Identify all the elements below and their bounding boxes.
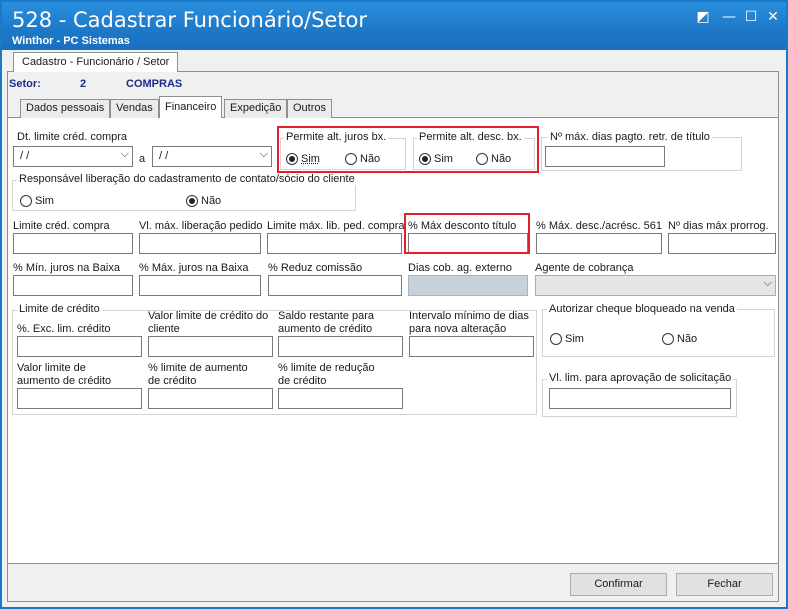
min-juros-baixa-input[interactable]: [13, 275, 133, 296]
setor-label: Setor:: [9, 78, 41, 90]
limite-cred-compra-input[interactable]: [13, 233, 133, 254]
saldo-restante-input[interactable]: [278, 336, 403, 357]
dt-limite-to-value: / /: [159, 150, 169, 162]
tab-dados-pessoais[interactable]: Dados pessoais: [20, 99, 111, 118]
confirmar-button-label: Confirmar: [594, 578, 643, 590]
valor-limite-credito-label: Valor limite de crédito do cliente: [148, 310, 269, 335]
vl-lim-label: Vl. lim. para aprovação de solicitação: [547, 372, 734, 384]
chevron-down-icon: ⌵: [763, 277, 772, 289]
valor-limite-aumento-label: Valor limite de aumento de crédito: [17, 362, 112, 387]
setor-number: 2: [80, 78, 87, 90]
intervalo-minimo-label: Intervalo mínimo de dias para nova alter…: [409, 310, 529, 335]
valor-limite-aumento-input[interactable]: [17, 388, 142, 409]
dias-max-prorrog-label: Nº dias máx prorrog.: [668, 220, 769, 232]
highlight-box-permite: [277, 126, 539, 173]
max-juros-baixa-label: % Máx. juros na Baixa: [139, 262, 249, 274]
tab-financeiro[interactable]: Financeiro: [159, 96, 223, 118]
max-juros-baixa-input[interactable]: [139, 275, 261, 296]
dt-limite-label: Dt. limite créd. compra: [17, 131, 128, 143]
dias-cob-label: Dias cob. ag. externo: [408, 262, 512, 274]
max-dias-label: Nº máx. dias pagto. retr. de título: [548, 131, 712, 143]
limite-max-lib-input[interactable]: [267, 233, 402, 254]
max-dias-input[interactable]: [545, 146, 665, 167]
exc-lim-credito-input[interactable]: [17, 336, 142, 357]
responsavel-sim-label[interactable]: Sim: [35, 195, 54, 207]
exc-lim-credito-label: %. Exc. lim. crédito: [17, 323, 111, 335]
highlight-box-desconto: [404, 213, 530, 254]
tab-expedicao[interactable]: Expedição: [224, 99, 288, 118]
cheque-nao-radio[interactable]: [662, 333, 674, 345]
dias-cob-input: [408, 275, 528, 296]
cheque-label: Autorizar cheque bloqueado na venda: [547, 303, 737, 315]
dias-max-prorrog-input[interactable]: [668, 233, 776, 254]
vl-max-liberacao-input[interactable]: [139, 233, 261, 254]
limite-aumento-label: % limite de aumento de crédito: [148, 362, 248, 387]
responsavel-label: Responsável liberação do cadastramento d…: [17, 173, 357, 185]
cheque-sim-label[interactable]: Sim: [565, 333, 584, 345]
dt-limite-from[interactable]: / / ⌵: [13, 146, 133, 167]
confirmar-button[interactable]: Confirmar: [570, 573, 667, 596]
dt-limite-to[interactable]: / / ⌵: [152, 146, 272, 167]
close-icon[interactable]: ✕: [762, 8, 784, 26]
vl-max-liberacao-label: Vl. máx. liberação pedido: [139, 220, 263, 232]
limite-cred-compra-label: Limite créd. compra: [13, 220, 110, 232]
tab-outros[interactable]: Outros: [287, 99, 333, 118]
responsavel-nao-label[interactable]: Não: [201, 195, 221, 207]
intervalo-minimo-input[interactable]: [409, 336, 534, 357]
cheque-sim-radio[interactable]: [550, 333, 562, 345]
limite-reducao-input[interactable]: [278, 388, 403, 409]
window-subtitle: Winthor - PC Sistemas: [12, 35, 130, 47]
tab-cadastro[interactable]: Cadastro - Funcionário / Setor: [13, 52, 179, 72]
window-title: 528 - Cadastrar Funcionário/Setor: [12, 8, 368, 32]
responsavel-nao-radio[interactable]: [186, 195, 198, 207]
limite-credito-title: Limite de crédito: [17, 303, 102, 315]
saldo-restante-label: Saldo restante para aumento de crédito: [278, 310, 375, 335]
title-bar[interactable]: 528 - Cadastrar Funcionário/Setor Wintho…: [2, 2, 786, 50]
reduz-comissao-label: % Reduz comissão: [268, 262, 363, 274]
max-desc-acresc-input[interactable]: [536, 233, 662, 254]
reduz-comissao-input[interactable]: [268, 275, 402, 296]
restore-icon[interactable]: ◩: [692, 8, 714, 26]
valor-limite-credito-input[interactable]: [148, 336, 273, 357]
fechar-button[interactable]: Fechar: [676, 573, 773, 596]
agente-cobranca-label: Agente de cobrança: [535, 262, 634, 274]
cheque-nao-label[interactable]: Não: [677, 333, 697, 345]
chevron-down-icon: ⌵: [120, 148, 129, 160]
minimize-icon[interactable]: —: [718, 8, 740, 26]
setor-name: COMPRAS: [126, 78, 183, 90]
limite-reducao-label: % limite de redução de crédito: [278, 362, 375, 387]
limite-max-lib-label: Limite máx. lib. ped. compra: [267, 220, 405, 232]
maximize-icon[interactable]: ☐: [740, 8, 762, 26]
limite-aumento-input[interactable]: [148, 388, 273, 409]
fechar-button-label: Fechar: [707, 578, 742, 590]
min-juros-baixa-label: % Mín. juros na Baixa: [13, 262, 120, 274]
responsavel-sim-radio[interactable]: [20, 195, 32, 207]
chevron-down-icon: ⌵: [259, 148, 268, 160]
dt-limite-from-value: / /: [20, 150, 30, 162]
vl-lim-input[interactable]: [549, 388, 731, 409]
max-desc-acresc-label: % Máx. desc./acrésc. 561: [536, 220, 662, 232]
tab-vendas[interactable]: Vendas: [110, 99, 159, 118]
agente-cobranca-select[interactable]: ⌵: [535, 275, 776, 296]
dt-limite-separator: a: [139, 153, 146, 165]
